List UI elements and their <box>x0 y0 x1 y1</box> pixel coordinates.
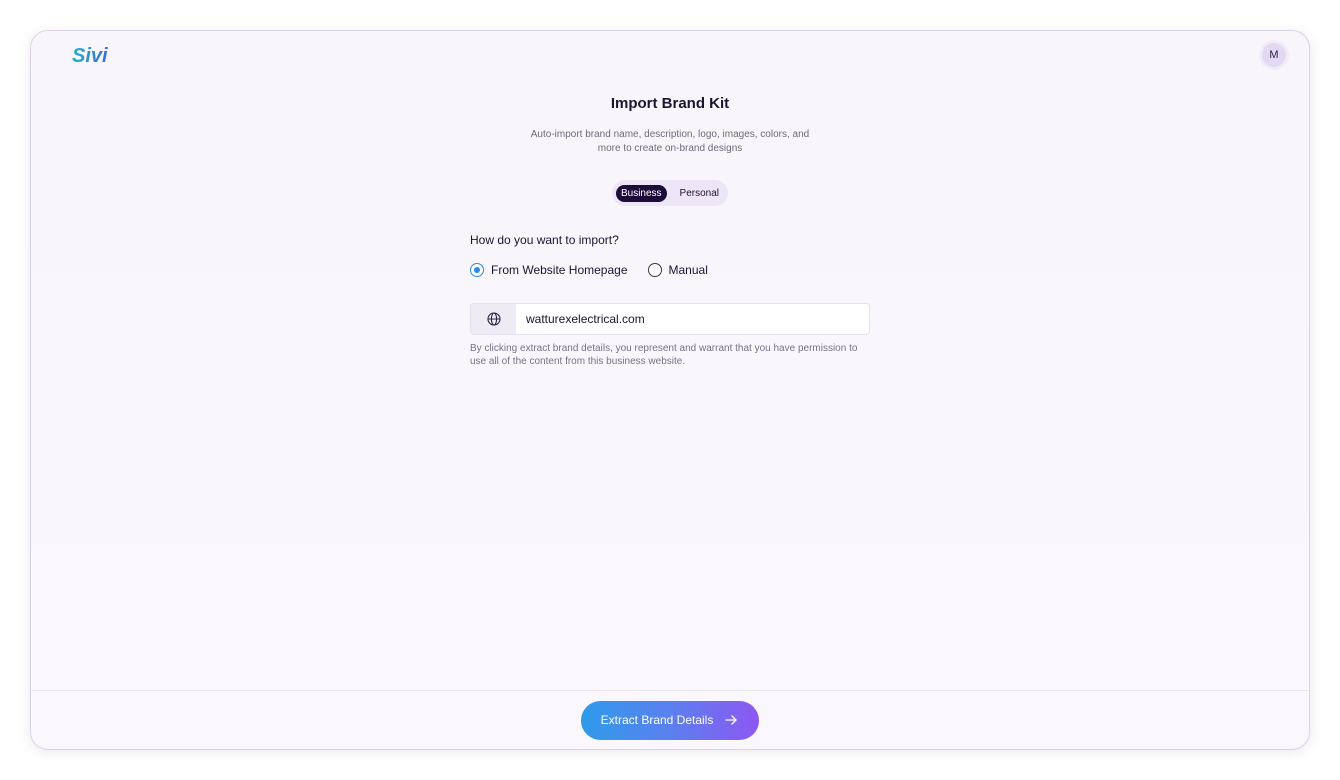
toggle-option-personal[interactable]: Personal <box>675 185 724 202</box>
import-form: How do you want to import? From Website … <box>470 232 870 368</box>
website-url-input-group <box>470 303 870 335</box>
user-avatar[interactable]: M <box>1262 43 1286 67</box>
toggle-option-business[interactable]: Business <box>615 184 667 202</box>
import-method-question: How do you want to import? <box>470 233 619 247</box>
radio-button[interactable] <box>470 263 484 277</box>
account-type-toggle: Business Personal <box>611 180 729 206</box>
button-label: Extract Brand Details <box>600 713 714 727</box>
sivi-logo[interactable]: Sivi <box>72 44 108 68</box>
radio-dot <box>474 267 480 273</box>
permission-disclaimer: By clicking extract brand details, you r… <box>470 343 858 367</box>
globe-icon <box>471 304 516 334</box>
page-subtitle: Auto-import brand name, description, log… <box>530 129 810 154</box>
arrow-right-icon <box>725 715 738 725</box>
import-brand-kit-panel: Sivi M Import Brand Kit Auto-import bran… <box>30 30 1310 750</box>
extract-brand-details-button[interactable]: Extract Brand Details <box>580 700 760 740</box>
page-title: Import Brand Kit <box>610 95 730 112</box>
radio-option-website-homepage[interactable]: From Website Homepage <box>470 262 628 278</box>
radio-button[interactable] <box>647 263 662 277</box>
footer-bar: Extract Brand Details <box>31 690 1309 749</box>
website-url-input[interactable] <box>516 304 869 334</box>
radio-option-manual[interactable]: Manual <box>647 262 708 278</box>
radio-dot <box>652 267 658 273</box>
import-method-radio-group: From Website Homepage Manual <box>470 262 870 278</box>
radio-label: Manual <box>668 263 708 277</box>
radio-label: From Website Homepage <box>491 263 628 277</box>
